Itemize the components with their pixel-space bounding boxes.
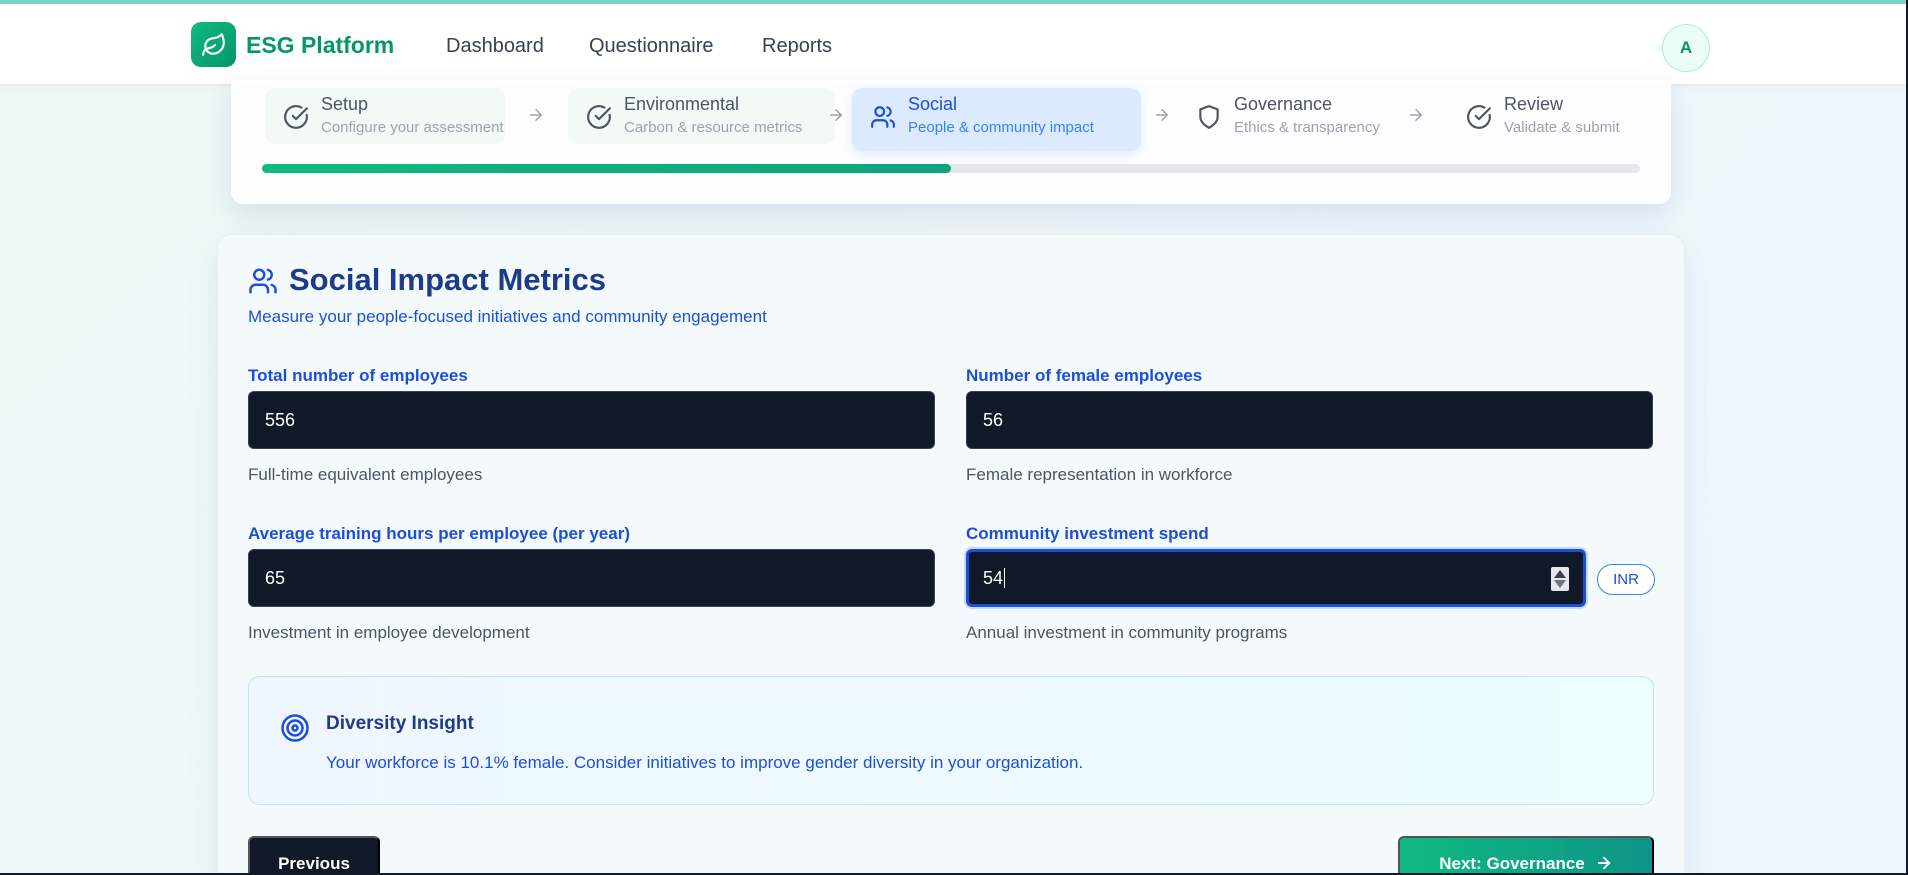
caret-up-icon[interactable] xyxy=(1554,570,1566,578)
training-hours-help: Investment in employee development xyxy=(248,623,530,642)
total-employees-label: Total number of employees xyxy=(248,366,468,385)
top-navbar: ESG Platform Dashboard Questionnaire Rep… xyxy=(0,4,1908,85)
community-investment-value: 54 xyxy=(983,567,1004,588)
step-subtitle: Configure your assessment xyxy=(321,119,504,136)
training-hours-label: Average training hours per employee (per… xyxy=(248,524,630,543)
check-circle-icon xyxy=(284,105,308,129)
check-circle-icon xyxy=(587,105,611,129)
user-avatar[interactable]: A xyxy=(1662,24,1710,72)
step-title: Social xyxy=(908,94,958,114)
arrow-right-icon xyxy=(830,109,843,121)
currency-badge[interactable]: INR xyxy=(1597,564,1655,595)
progress-bar xyxy=(262,164,1640,173)
progress-stepper: Setup Configure your assessment Environm… xyxy=(231,80,1671,204)
arrow-right-icon xyxy=(1156,109,1169,121)
next-button-label: Next: Governance xyxy=(1439,854,1585,873)
arrow-right-icon xyxy=(530,109,543,121)
text-caret xyxy=(1004,568,1006,588)
nav-questionnaire[interactable]: Questionnaire xyxy=(589,35,714,58)
previous-button-label: Previous xyxy=(278,854,350,873)
arrow-right-icon xyxy=(1597,856,1611,870)
diversity-insight-panel xyxy=(248,676,1654,805)
female-employees-label: Number of female employees xyxy=(966,366,1203,385)
step-title: Governance xyxy=(1234,94,1333,114)
female-employees-help: Female representation in workforce xyxy=(966,465,1233,484)
community-investment-label: Community investment spend xyxy=(966,524,1209,543)
step-review[interactable]: Review Validate & submit xyxy=(1448,88,1648,144)
insight-text: Your workforce is 10.1% female. Consider… xyxy=(326,753,1084,772)
previous-button[interactable]: Previous xyxy=(248,836,380,875)
caret-down-icon[interactable] xyxy=(1554,580,1566,588)
target-icon xyxy=(281,714,309,742)
step-setup[interactable]: Setup Configure your assessment xyxy=(265,88,505,144)
users-icon xyxy=(249,268,277,294)
brand-name[interactable]: ESG Platform xyxy=(246,32,394,59)
users-icon xyxy=(871,106,895,128)
step-title: Environmental xyxy=(624,94,740,114)
step-subtitle: Ethics & transparency xyxy=(1234,119,1380,136)
shield-icon xyxy=(1199,105,1219,129)
community-investment-input[interactable]: 54 xyxy=(966,549,1586,607)
nav-dashboard[interactable]: Dashboard xyxy=(446,35,544,58)
step-subtitle: Validate & submit xyxy=(1504,119,1620,136)
total-employees-input[interactable]: 556 xyxy=(248,391,935,449)
next-governance-button[interactable]: Next: Governance xyxy=(1398,836,1654,875)
section-title: Social Impact Metrics xyxy=(289,262,607,297)
step-environmental[interactable]: Environmental Carbon & resource metrics xyxy=(568,88,835,144)
progress-bar-fill xyxy=(262,164,951,173)
step-subtitle: People & community impact xyxy=(908,119,1094,136)
step-governance[interactable]: Governance Ethics & transparency xyxy=(1178,88,1418,144)
total-employees-value: 556 xyxy=(265,409,296,430)
female-employees-value: 56 xyxy=(983,409,1004,430)
step-title: Setup xyxy=(321,94,369,114)
step-title: Review xyxy=(1504,94,1564,114)
training-hours-input[interactable]: 65 xyxy=(248,549,935,607)
insight-title: Diversity Insight xyxy=(326,713,474,734)
check-circle-icon xyxy=(1467,105,1491,129)
arrow-right-icon xyxy=(1410,109,1423,121)
step-social[interactable]: Social People & community impact xyxy=(852,88,1141,151)
number-spinner[interactable] xyxy=(1551,567,1569,591)
section-subtitle: Measure your people-focused initiatives … xyxy=(248,307,767,326)
total-employees-help: Full-time equivalent employees xyxy=(248,465,483,484)
leaf-logo-icon[interactable] xyxy=(191,22,236,67)
community-investment-help: Annual investment in community programs xyxy=(966,623,1288,642)
training-hours-value: 65 xyxy=(265,567,286,588)
female-employees-input[interactable]: 56 xyxy=(966,391,1653,449)
nav-reports[interactable]: Reports xyxy=(762,35,832,58)
step-subtitle: Carbon & resource metrics xyxy=(624,119,803,136)
